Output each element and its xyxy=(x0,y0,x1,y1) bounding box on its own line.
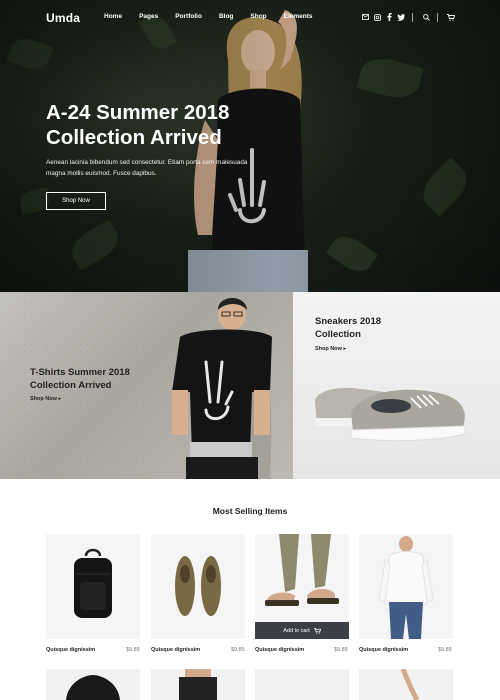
product-image xyxy=(400,669,420,700)
product-card[interactable]: Add to cart xyxy=(255,534,349,639)
tshirts-promo-title: T-Shirts Summer 2018 Collection Arrived xyxy=(30,367,130,391)
product-card[interactable] xyxy=(255,669,349,700)
header-icons xyxy=(358,12,456,22)
add-to-cart-label: Add to cart xyxy=(283,627,310,634)
sneakers-promo-title: Sneakers 2018 Collection xyxy=(315,316,382,340)
menu-item-home[interactable]: Home xyxy=(104,13,122,20)
hero-shop-now-button[interactable]: Shop Now xyxy=(46,192,106,210)
divider xyxy=(412,12,413,22)
suede-shoes-image xyxy=(175,556,221,616)
top-navigation: Umda Home Pages Portfolio Blog Shop Elem… xyxy=(0,0,500,36)
main-menu: Home Pages Portfolio Blog Shop Elements xyxy=(104,13,330,20)
product-price: $9.85 xyxy=(334,647,348,653)
instagram-icon[interactable] xyxy=(372,12,382,22)
menu-item-blog[interactable]: Blog xyxy=(219,13,233,20)
product-image xyxy=(179,669,217,700)
menu-item-portfolio[interactable]: Portfolio xyxy=(175,13,202,20)
cart-icon[interactable] xyxy=(446,12,456,22)
product-price: $9.85 xyxy=(126,647,140,653)
tshirts-shop-now-link[interactable]: Shop Now ▸ xyxy=(30,396,61,402)
white-shirt-model-image xyxy=(378,536,434,639)
product-card[interactable] xyxy=(46,669,140,700)
mail-icon[interactable] xyxy=(360,12,370,22)
menu-item-elements[interactable]: Elements xyxy=(284,13,313,20)
twitter-icon[interactable] xyxy=(396,12,406,22)
product-name[interactable]: Quisque dignissim xyxy=(255,647,304,653)
product-price: $9.85 xyxy=(438,647,452,653)
add-to-cart-button[interactable]: Add to cart xyxy=(255,622,349,639)
hero-title: A-24 Summer 2018 Collection Arrived xyxy=(46,101,230,149)
product-card[interactable] xyxy=(359,534,453,639)
hero-banner: Umda Home Pages Portfolio Blog Shop Elem… xyxy=(0,0,500,292)
product-price: $9.85 xyxy=(231,647,245,653)
search-icon[interactable] xyxy=(421,12,431,22)
product-name[interactable]: Quisque dignissim xyxy=(151,647,200,653)
product-card[interactable] xyxy=(151,534,245,639)
product-name[interactable]: Quisque dignissim xyxy=(46,647,95,653)
cart-icon xyxy=(313,627,321,634)
product-card[interactable] xyxy=(359,669,453,700)
product-card[interactable] xyxy=(46,534,140,639)
logo[interactable]: Umda xyxy=(46,11,80,25)
section-title: Most Selling Items xyxy=(212,506,288,516)
product-image xyxy=(66,675,120,700)
menu-item-shop[interactable]: Shop xyxy=(250,13,266,20)
product-name[interactable]: Quisque dignissim xyxy=(359,647,408,653)
sneakers-shop-now-link[interactable]: Shop Now ▸ xyxy=(315,346,346,352)
backpack-image xyxy=(74,548,112,618)
product-card[interactable] xyxy=(151,669,245,700)
hero-description: Aenean lacinia bibendum sed consectetur.… xyxy=(46,159,248,177)
menu-item-pages[interactable]: Pages xyxy=(139,13,158,20)
facebook-icon[interactable] xyxy=(384,12,394,22)
divider xyxy=(437,12,438,22)
